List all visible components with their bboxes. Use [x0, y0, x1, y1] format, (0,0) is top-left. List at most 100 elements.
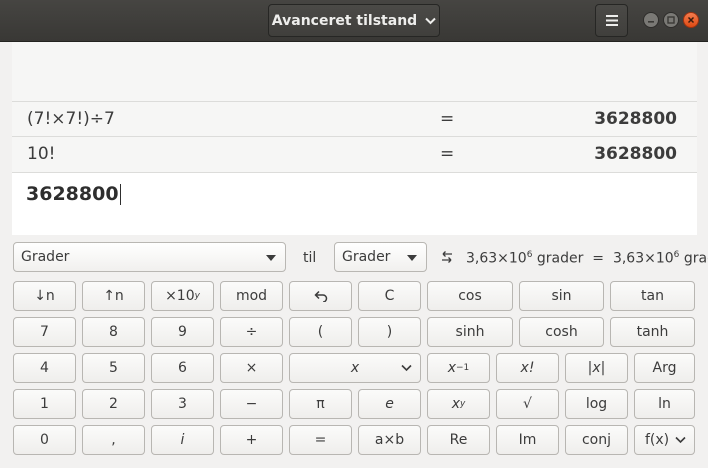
- from-unit-label: Grader: [21, 249, 70, 265]
- close-paren-button[interactable]: ): [358, 317, 421, 347]
- factorize-button[interactable]: a×b: [358, 425, 421, 455]
- header-bar: Avanceret tilstand: [0, 0, 708, 42]
- conversion-result: 3,63×106 grader = 3,63×106 grader: [466, 250, 708, 267]
- pi-button[interactable]: π: [289, 389, 352, 419]
- mod-button[interactable]: mod: [220, 281, 283, 311]
- swap-units-icon[interactable]: [440, 250, 454, 264]
- imaginary-button[interactable]: i: [151, 425, 214, 455]
- equals-button[interactable]: =: [289, 425, 352, 455]
- real-part-button[interactable]: Re: [427, 425, 490, 455]
- factorial-button[interactable]: x!: [496, 353, 559, 383]
- digit-0-button[interactable]: 0: [13, 425, 76, 455]
- minimize-icon: [648, 21, 654, 23]
- sin-button[interactable]: sin: [519, 281, 604, 311]
- inverse-button-base: x: [447, 360, 456, 376]
- digit-5-button[interactable]: 5: [82, 353, 145, 383]
- shift-down-button[interactable]: ↓n: [13, 281, 76, 311]
- conjugate-button[interactable]: conj: [565, 425, 628, 455]
- tanh-button[interactable]: tanh: [610, 317, 695, 347]
- expression-input[interactable]: 3628800: [12, 172, 697, 235]
- digit-2-button[interactable]: 2: [82, 389, 145, 419]
- history-expression: 10!: [27, 144, 56, 164]
- exponent-button[interactable]: ×10 y: [151, 281, 214, 311]
- function-label: f(x): [645, 432, 670, 448]
- ln-button[interactable]: ln: [634, 389, 695, 419]
- imaginary-label: i: [180, 432, 185, 448]
- maximize-icon: [667, 16, 675, 24]
- history-equals-sign: =: [440, 144, 455, 164]
- undo-icon: [313, 290, 327, 302]
- mode-selector-button[interactable]: Avanceret tilstand: [268, 4, 440, 37]
- exponent-button-base: ×10: [165, 288, 195, 304]
- clear-button[interactable]: C: [358, 281, 421, 311]
- digit-9-button[interactable]: 9: [151, 317, 214, 347]
- mode-label: Avanceret tilstand: [271, 12, 418, 29]
- inverse-button-exp: −1: [456, 363, 470, 373]
- minimize-window-button[interactable]: [643, 12, 659, 28]
- argument-button[interactable]: Arg: [634, 353, 695, 383]
- subtract-button[interactable]: −: [220, 389, 283, 419]
- function-menu-button[interactable]: f(x): [634, 425, 695, 455]
- digit-7-button[interactable]: 7: [13, 317, 76, 347]
- power-button-base: x: [451, 396, 460, 412]
- from-value-unit: grader: [536, 250, 584, 267]
- menu-button[interactable]: [595, 4, 628, 37]
- power-button[interactable]: xy: [427, 389, 490, 419]
- history-expression: (7!×7!)÷7: [27, 109, 115, 129]
- digit-8-button[interactable]: 8: [82, 317, 145, 347]
- history-row[interactable]: 10! = 3628800: [12, 136, 697, 170]
- chevron-down-icon: [401, 364, 412, 372]
- log-button[interactable]: log: [565, 389, 628, 419]
- power-button-exp: y: [459, 399, 466, 409]
- factorial-label: x!: [520, 360, 535, 376]
- inverse-button[interactable]: x −1: [427, 353, 490, 383]
- to-unit-select[interactable]: Grader: [334, 242, 427, 272]
- sinh-button[interactable]: sinh: [427, 317, 513, 347]
- from-value-mantissa: 3,63×10: [466, 250, 527, 267]
- to-label: til: [303, 250, 317, 266]
- euler-label: e: [385, 396, 394, 412]
- to-value-exponent: 6: [673, 250, 680, 260]
- history-result: 3628800: [594, 109, 677, 129]
- entry-value: 3628800: [26, 183, 119, 205]
- dropdown-arrow-icon: [266, 255, 276, 261]
- from-value-exponent: 6: [526, 250, 533, 260]
- maximize-window-button[interactable]: [663, 12, 679, 28]
- undo-button[interactable]: [289, 281, 352, 311]
- digit-6-button[interactable]: 6: [151, 353, 214, 383]
- to-value-unit: grader: [683, 250, 708, 267]
- open-paren-button[interactable]: (: [289, 317, 352, 347]
- variable-label: x: [350, 360, 360, 376]
- square-root-button[interactable]: √: [496, 389, 559, 419]
- close-icon: [687, 16, 695, 24]
- euler-button[interactable]: e: [358, 389, 421, 419]
- chevron-down-icon: [675, 436, 686, 444]
- variable-select-button[interactable]: x: [289, 353, 421, 383]
- absolute-value-button[interactable]: |x|: [565, 353, 628, 383]
- dropdown-arrow-icon: [407, 255, 417, 261]
- imaginary-part-button[interactable]: Im: [496, 425, 559, 455]
- digit-4-button[interactable]: 4: [13, 353, 76, 383]
- close-window-button[interactable]: [683, 12, 699, 28]
- from-unit-select[interactable]: Grader: [13, 242, 286, 272]
- cosh-button[interactable]: cosh: [519, 317, 604, 347]
- multiply-button[interactable]: ×: [220, 353, 283, 383]
- decimal-button[interactable]: ,: [82, 425, 145, 455]
- digit-1-button[interactable]: 1: [13, 389, 76, 419]
- to-unit-label: Grader: [342, 249, 391, 265]
- shift-up-button[interactable]: ↑n: [82, 281, 145, 311]
- digit-3-button[interactable]: 3: [151, 389, 214, 419]
- tan-button[interactable]: tan: [610, 281, 695, 311]
- history-result: 3628800: [594, 144, 677, 164]
- divide-button[interactable]: ÷: [220, 317, 283, 347]
- conversion-equals-sign: =: [592, 250, 605, 267]
- to-value-mantissa: 3,63×10: [612, 250, 674, 267]
- history-row[interactable]: (7!×7!)÷7 = 3628800: [12, 101, 697, 135]
- text-cursor: [119, 184, 121, 205]
- exponent-button-exp: y: [194, 291, 200, 301]
- calculator-display: (7!×7!)÷7 = 3628800 10! = 3628800 362880…: [12, 42, 697, 235]
- hamburger-menu-icon: [605, 15, 618, 26]
- add-button[interactable]: +: [220, 425, 283, 455]
- cos-button[interactable]: cos: [427, 281, 513, 311]
- chevron-down-icon: [425, 17, 436, 24]
